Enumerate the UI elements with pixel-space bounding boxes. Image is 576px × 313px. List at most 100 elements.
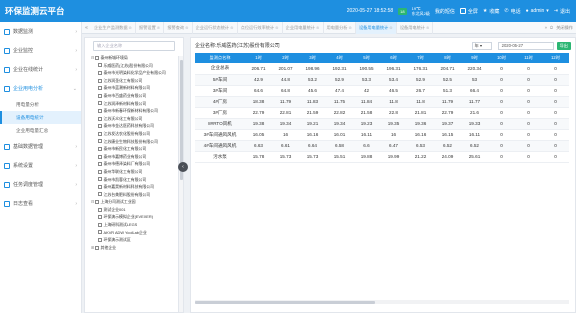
tree-node[interactable]: 上海研科测试LEGS <box>85 221 183 229</box>
sidebar-item-power-analysis[interactable]: 企业用电分析 ⌄ <box>0 79 81 98</box>
close-icon[interactable]: ⊗ <box>426 25 430 30</box>
tree-node[interactable]: 江苏沃众化工有限公司 <box>85 115 183 123</box>
sidebar-item-base-data[interactable]: 基础数据管理 › <box>0 137 81 156</box>
tree-checkbox[interactable] <box>98 101 102 106</box>
table-cell: 51.3 <box>434 85 461 97</box>
tree-checkbox[interactable] <box>98 124 102 129</box>
message-button[interactable]: 我的短信 <box>435 8 455 15</box>
sidebar-item-online-stats[interactable]: 企业在线统计 › <box>0 60 81 79</box>
tree-node[interactable]: 泰州市蓝潮新材料有限公司 <box>85 84 183 92</box>
tab-scroll-left-button[interactable]: « <box>82 25 91 31</box>
fullscreen-button[interactable]: 全屏 <box>459 8 478 15</box>
tab-scroll-right-button[interactable]: » <box>545 25 547 30</box>
tree-checkbox[interactable] <box>98 131 102 136</box>
close-icon[interactable]: ⊗ <box>275 25 279 30</box>
tab-item[interactable]: 企业运行状态统计⊗ <box>193 21 238 34</box>
tree-node[interactable]: 江苏润泽新材料有限公司 <box>85 100 183 108</box>
close-icon[interactable]: ⊗ <box>129 25 133 30</box>
tree-node[interactable]: 测试企业001 <box>85 206 183 214</box>
tree-checkbox[interactable] <box>95 55 99 60</box>
tab-item-active[interactable]: 设备用电量统计⊗ <box>355 21 397 34</box>
sidebar-item-data-monitor[interactable]: 数据监测 › <box>0 22 81 41</box>
sidebar-subitem-device-power[interactable]: 设备用电统计 <box>0 111 81 124</box>
tree-node[interactable]: 泰州市百盛药业有限公司 <box>85 92 183 100</box>
tree-search-input[interactable]: 输入企业名称 <box>93 41 175 51</box>
tree-node[interactable]: 江苏康业生物科技股份有限公司 <box>85 138 183 146</box>
tree-checkbox[interactable] <box>98 108 102 113</box>
tree-group-node[interactable]: ⊞ 其他企业 <box>85 244 183 252</box>
tree-node[interactable]: 泰州市新春环保新材料有限公司 <box>85 107 183 115</box>
tree-checkbox[interactable] <box>98 184 102 189</box>
tree-checkbox[interactable] <box>98 116 102 121</box>
tree-checkbox[interactable] <box>98 70 102 75</box>
tree-node[interactable]: 乐威医药(江苏)股份有限公司 <box>85 62 183 70</box>
close-icon[interactable]: ⊗ <box>389 25 393 30</box>
tree-checkbox[interactable] <box>98 207 102 212</box>
tree-checkbox[interactable] <box>98 192 102 197</box>
row-label-cell: 4#厂房 <box>195 96 245 108</box>
tree-node[interactable]: 泰州华联化工有限公司 <box>85 168 183 176</box>
sidebar-subitem-power-analysis[interactable]: 用电量分析 <box>0 98 81 111</box>
tab-item[interactable]: 点位运行效率统计⊗ <box>238 21 283 34</box>
close-icon[interactable]: ⊗ <box>185 25 189 30</box>
sidebar-item-settings[interactable]: 系统设置 › <box>0 156 81 175</box>
tree-checkbox[interactable] <box>98 169 102 174</box>
tab-item[interactable]: 企业用电量统计⊗ <box>283 21 324 34</box>
close-icon[interactable]: ⊗ <box>316 25 320 30</box>
tree-node[interactable]: 江苏台美肥料股份有限公司 <box>85 191 183 199</box>
tree-node[interactable]: 江苏发达农化股份有限公司 <box>85 130 183 138</box>
tree-checkbox[interactable] <box>98 93 102 98</box>
tab-item[interactable]: 企业生产监测数据⊗ <box>91 21 137 34</box>
tree-node[interactable]: 泰州市新民化工有限公司 <box>85 145 183 153</box>
date-input[interactable]: 2020-05-27 <box>497 41 554 50</box>
tree-group-node[interactable]: ⊟ 泰州新城环境局 <box>85 54 183 62</box>
tree-checkbox[interactable] <box>98 154 102 159</box>
tree-node[interactable]: AKVR ADW YoolLab企业 <box>85 229 183 237</box>
tree-checkbox[interactable] <box>98 162 102 167</box>
close-icon[interactable]: ⊗ <box>348 25 352 30</box>
tree-node[interactable]: 环保演示测试区 <box>85 236 183 244</box>
tab-item[interactable]: 报警查询⊗ <box>164 21 193 34</box>
tab-item[interactable]: 用电量分析⊗ <box>324 21 356 34</box>
scrollbar-thumb[interactable] <box>195 300 375 304</box>
tree-checkbox[interactable] <box>98 215 102 220</box>
table-horizontal-scrollbar[interactable] <box>195 300 569 304</box>
tree-node[interactable]: 江苏润圣化工有限公司 <box>85 77 183 85</box>
close-all-tabs-button[interactable]: 关闭操作 <box>556 25 573 31</box>
tree-node[interactable]: 泰州市德泽染料厂有限公司 <box>85 160 183 168</box>
tree-node[interactable]: 泰州嘉昊新材料科技有限公司 <box>85 183 183 191</box>
favorite-button[interactable]: ★ 收藏 <box>483 8 500 15</box>
tree-checkbox[interactable] <box>98 86 102 91</box>
tree-node[interactable]: 泰州市嘉博药业有限公司 <box>85 153 183 161</box>
sidebar-item-logs[interactable]: 日志查看 › <box>0 194 81 213</box>
tree-checkbox[interactable] <box>98 238 102 243</box>
logout-button[interactable]: ⇥ 退出 <box>554 8 570 15</box>
export-button[interactable]: 导出 <box>556 41 571 50</box>
tree-checkbox[interactable] <box>98 177 102 182</box>
tree-node[interactable]: 泰州市光明染料化学品产业有限公司 <box>85 69 183 77</box>
tree-checkbox[interactable] <box>95 200 99 205</box>
tree-checkbox[interactable] <box>98 222 102 227</box>
tree-checkbox[interactable] <box>95 245 99 250</box>
collapse-panel-button[interactable]: ‹ <box>178 162 188 172</box>
sidebar-item-enterprise-monitor[interactable]: 企业监控 › <box>0 41 81 60</box>
tree-scrollbar[interactable] <box>178 56 183 312</box>
tree-checkbox[interactable] <box>98 78 102 83</box>
close-icon[interactable]: ⊗ <box>230 25 234 30</box>
phone-button[interactable]: ✆ 电话 <box>504 8 520 15</box>
tree-node[interactable]: 环保演示模拟企业(EVEXER) <box>85 213 183 221</box>
tree-node[interactable]: 泰州市凯蓉化工有限公司 <box>85 176 183 184</box>
tree-group-node[interactable]: ⊟ 上海分司测试工业园 <box>85 198 183 206</box>
close-icon[interactable]: ⊗ <box>157 25 161 30</box>
user-menu[interactable]: ● admin ▾ <box>526 8 549 14</box>
tree-node[interactable]: 泰州市金达医药科技有限公司 <box>85 122 183 130</box>
period-select[interactable]: 年 ▾ <box>471 41 492 50</box>
sidebar-item-task-schedule[interactable]: 任务调度管理 › <box>0 175 81 194</box>
tab-item[interactable]: 报警设置⊗ <box>136 21 165 34</box>
tree-checkbox[interactable] <box>98 139 102 144</box>
tab-item[interactable]: 设备用电统计⊗ <box>397 21 434 34</box>
tree-checkbox[interactable] <box>98 63 102 68</box>
tree-checkbox[interactable] <box>98 230 102 235</box>
sidebar-subitem-power-summary[interactable]: 企业用电量汇总 <box>0 124 81 137</box>
tree-checkbox[interactable] <box>98 146 102 151</box>
